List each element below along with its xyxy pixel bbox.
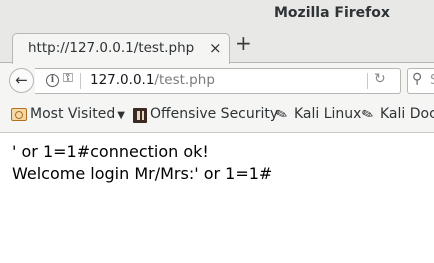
back-arrow-icon: ←	[15, 71, 28, 89]
bookmark-label: Most Visited	[30, 106, 116, 122]
reload-icon[interactable]: ↻	[374, 71, 386, 87]
most-visited-folder-icon	[11, 108, 27, 121]
tab-strip: http://127.0.0.1/test.php × +	[0, 28, 434, 64]
bookmark-offensive-security[interactable]: Offensive Security	[150, 106, 278, 122]
kali-dragon-icon: ✎	[359, 105, 377, 125]
search-placeholder: S	[430, 73, 434, 88]
new-tab-icon[interactable]: +	[235, 33, 252, 53]
search-bar[interactable]: ⚲ S	[407, 68, 434, 94]
bookmark-kali-docs[interactable]: Kali Docs	[380, 106, 434, 122]
window-titlebar: Mozilla Firefox	[0, 0, 434, 28]
back-button[interactable]: ←	[9, 68, 34, 93]
tab-active[interactable]: http://127.0.0.1/test.php ×	[12, 33, 230, 64]
url-divider	[80, 73, 81, 89]
url-bar[interactable]: i ⚿ 127.0.0.1/test.php ↻	[35, 68, 401, 94]
url-host: 127.0.0.1	[90, 72, 155, 88]
bookmarks-toolbar: Most Visited ▼ Offensive Security ✎ Kali …	[0, 97, 434, 133]
url-text[interactable]: 127.0.0.1/test.php	[90, 72, 215, 88]
output-line: ' or 1=1#connection ok!	[12, 142, 209, 161]
navigation-toolbar: i ⚿ 127.0.0.1/test.php ↻ ← ⚲ S	[0, 63, 434, 97]
search-icon: ⚲	[412, 71, 423, 87]
tab-title: http://127.0.0.1/test.php	[28, 40, 195, 56]
info-icon[interactable]: i	[46, 74, 59, 87]
output-line: Welcome login Mr/Mrs:' or 1=1#	[12, 164, 273, 183]
chevron-down-icon: ▼	[117, 110, 125, 121]
bookmark-most-visited[interactable]: Most Visited ▼	[30, 106, 125, 122]
url-path: /test.php	[154, 72, 215, 88]
page-content: ' or 1=1#connection ok! Welcome login Mr…	[0, 134, 434, 263]
tab-close-icon[interactable]: ×	[209, 39, 222, 57]
key-icon[interactable]: ⚿	[63, 71, 73, 86]
reload-divider	[367, 73, 368, 89]
offensive-security-icon	[133, 108, 147, 123]
window-title: Mozilla Firefox	[274, 5, 390, 21]
bookmark-kali-linux[interactable]: Kali Linux	[294, 106, 361, 122]
